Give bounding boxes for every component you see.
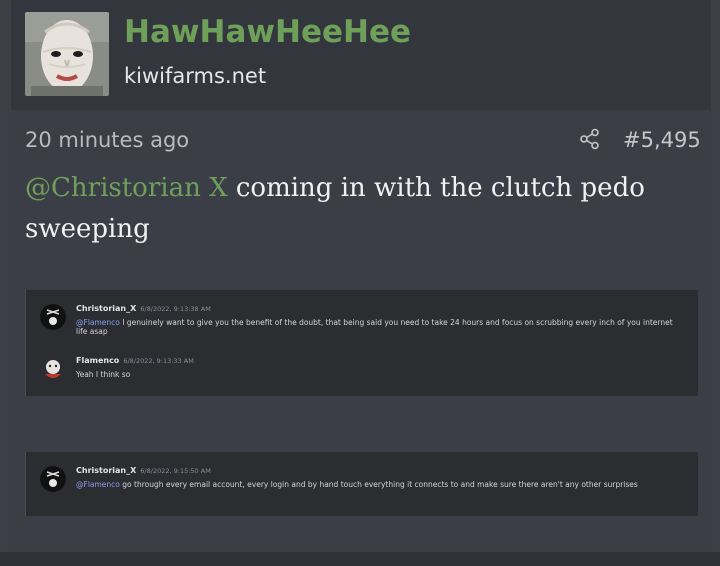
post: HawHawHeeHee kiwifarms.net 20 minutes ag…: [11, 0, 711, 552]
chat-timestamp: 6/8/2022, 9:13:33 AM: [123, 357, 194, 365]
chat-timestamp: 6/8/2022, 9:15:50 AM: [140, 467, 211, 475]
site-name: kiwifarms.net: [124, 64, 267, 88]
avatar: [40, 304, 66, 330]
chat-text: Yeah I think so: [76, 370, 131, 379]
chat-text: @Flamenco I genuinely want to give you t…: [76, 318, 673, 336]
embedded-screenshot-2[interactable]: Christorian_X 6/8/2022, 9:15:50 AM @Flame…: [25, 452, 698, 516]
share-icon[interactable]: [579, 128, 601, 150]
post-number-link[interactable]: #5,495: [623, 128, 701, 152]
chat-text: @Flamenco go through every email account…: [76, 480, 638, 489]
avatar: [40, 356, 66, 382]
chat-mention: @Flamenco: [76, 318, 120, 327]
chat-mention: @Flamenco: [76, 480, 120, 489]
chat-author: Christorian_X 6/8/2022, 9:13:38 AM: [76, 304, 211, 313]
avatar[interactable]: [25, 12, 109, 96]
embedded-screenshot-1[interactable]: Christorian_X 6/8/2022, 9:13:38 AM @Flame…: [25, 290, 698, 396]
username[interactable]: HawHawHeeHee: [124, 14, 411, 50]
user-mention-link[interactable]: @Christorian X: [25, 173, 228, 203]
avatar: [40, 466, 66, 492]
chat-timestamp: 6/8/2022, 9:13:38 AM: [140, 305, 211, 313]
page-footer-bar: [0, 552, 720, 566]
post-header: HawHawHeeHee kiwifarms.net: [11, 0, 711, 110]
post-timestamp[interactable]: 20 minutes ago: [25, 128, 189, 152]
chat-author: Flamenco 6/8/2022, 9:13:33 AM: [76, 356, 194, 365]
chat-author: Christorian_X 6/8/2022, 9:15:50 AM: [76, 466, 211, 475]
post-body: @Christorian X coming in with the clutch…: [25, 168, 665, 250]
